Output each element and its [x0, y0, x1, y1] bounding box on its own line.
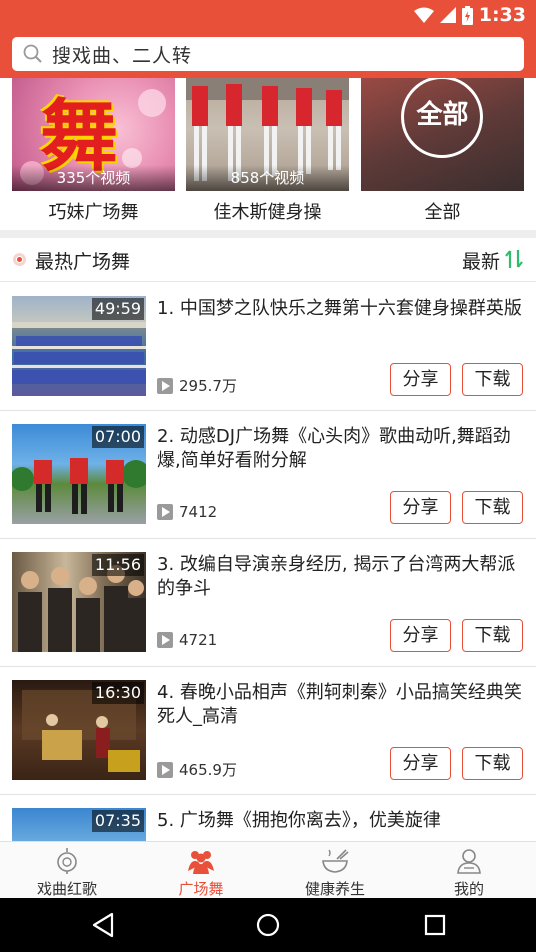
download-button[interactable]: 下载 — [462, 491, 523, 524]
sort-toggle[interactable]: 最新 — [462, 247, 500, 274]
status-time: 1:33 — [478, 4, 526, 26]
video-title[interactable]: 1. 中国梦之队快乐之舞第十六套健身操群英版 — [157, 297, 523, 321]
play-count: 465.9万 — [157, 759, 237, 780]
play-count-value: 295.7万 — [179, 377, 237, 395]
hot-indicator-icon — [13, 253, 26, 266]
tab-health[interactable]: 健康养生 — [268, 842, 402, 899]
play-icon — [157, 377, 173, 394]
share-button[interactable]: 分享 — [390, 747, 451, 780]
category-strip: 舞 335个视频 巧妹广场舞 858个视频 佳木斯健身操 全部 全部 — [0, 78, 536, 230]
tab-profile[interactable]: 我的 — [402, 842, 536, 899]
download-button[interactable]: 下载 — [462, 619, 523, 652]
download-button[interactable]: 下载 — [462, 747, 523, 780]
video-item[interactable]: 11:56 3. 改编自导演亲身经历, 揭示了台湾两大帮派的争斗 4721 分享… — [0, 539, 536, 667]
video-duration: 16:30 — [91, 682, 144, 704]
share-button[interactable]: 分享 — [390, 363, 451, 396]
download-button[interactable]: 下载 — [462, 363, 523, 396]
video-item[interactable]: 07:35 5. 广场舞《拥抱你离去》，优美旋律 — [0, 795, 536, 841]
search-placeholder: 搜戏曲、二人转 — [52, 44, 193, 67]
video-list[interactable]: 49:59 1. 中国梦之队快乐之舞第十六套健身操群英版 295.7万 分享 下… — [0, 283, 536, 841]
tab-label: 我的 — [453, 880, 484, 898]
home-icon[interactable] — [253, 910, 283, 940]
play-count: 7412 — [157, 503, 217, 521]
video-item[interactable]: 16:30 4. 春晚小品相声《荆轲刺秦》小品搞笑经典笑死人_高清 465.9万… — [0, 667, 536, 795]
category-label: 巧妹广场舞 — [48, 202, 139, 223]
signal-icon — [439, 7, 456, 23]
category-qiaomei[interactable]: 舞 335个视频 巧妹广场舞 — [12, 78, 175, 230]
video-thumbnail[interactable]: 11:56 — [12, 552, 146, 652]
people-icon — [188, 851, 214, 874]
category-jiamusi[interactable]: 858个视频 佳木斯健身操 — [186, 78, 349, 230]
category-thumbnail: 858个视频 — [186, 78, 349, 191]
video-thumbnail[interactable]: 49:59 — [12, 296, 146, 396]
video-duration: 07:00 — [91, 426, 144, 448]
section-divider — [0, 230, 536, 238]
video-title[interactable]: 2. 动感DJ广场舞《心头肉》歌曲动听,舞蹈劲爆,简单好看附分解 — [157, 425, 523, 473]
tab-square-dance[interactable]: 广场舞 — [134, 842, 268, 899]
tab-opera[interactable]: 戏曲红歌 — [0, 842, 134, 899]
recents-icon[interactable] — [420, 910, 450, 940]
category-thumbnail: 舞 335个视频 — [12, 78, 175, 191]
share-button[interactable]: 分享 — [390, 491, 451, 524]
bowl-icon — [322, 849, 349, 873]
tab-label: 广场舞 — [178, 880, 224, 898]
play-count-value: 7412 — [179, 503, 218, 521]
category-label: 全部 — [424, 202, 461, 223]
section-header: 最热广场舞 最新 — [0, 238, 536, 282]
video-thumbnail[interactable]: 07:00 — [12, 424, 146, 524]
system-nav-bar — [0, 898, 536, 952]
tab-label: 戏曲红歌 — [36, 880, 97, 898]
back-icon[interactable] — [88, 910, 118, 940]
video-item[interactable]: 49:59 1. 中国梦之队快乐之舞第十六套健身操群英版 295.7万 分享 下… — [0, 283, 536, 411]
video-thumbnail[interactable]: 07:35 — [12, 808, 146, 841]
wifi-icon — [413, 7, 434, 23]
battery-icon — [461, 5, 473, 25]
video-title[interactable]: 4. 春晚小品相声《荆轲刺秦》小品搞笑经典笑死人_高清 — [157, 681, 523, 729]
play-icon — [157, 504, 173, 520]
play-count-value: 4721 — [179, 631, 218, 649]
search-bar: 搜戏曲、二人转 — [0, 30, 536, 78]
section-title: 最热广场舞 — [35, 251, 131, 273]
category-all[interactable]: 全部 全部 — [361, 78, 524, 230]
play-count: 4721 — [157, 631, 217, 649]
category-thumb-text: 全部 — [416, 100, 469, 130]
play-icon — [157, 632, 173, 648]
video-duration: 07:35 — [91, 810, 144, 832]
sort-arrows-icon[interactable] — [504, 248, 524, 270]
play-count: 295.7万 — [157, 375, 237, 396]
status-bar: 1:33 — [0, 0, 536, 30]
category-video-count: 858个视频 — [186, 165, 349, 191]
share-button[interactable]: 分享 — [390, 619, 451, 652]
video-thumbnail[interactable]: 16:30 — [12, 680, 146, 780]
search-icon — [23, 44, 42, 63]
lantern-icon — [57, 848, 77, 874]
video-title[interactable]: 3. 改编自导演亲身经历, 揭示了台湾两大帮派的争斗 — [157, 553, 523, 601]
category-video-count: 335个视频 — [12, 165, 175, 191]
bottom-tab-bar: 戏曲红歌 广场舞 健康养生 我的 — [0, 841, 536, 898]
search-input[interactable]: 搜戏曲、二人转 — [12, 37, 524, 71]
video-duration: 11:56 — [91, 554, 144, 576]
category-thumbnail: 全部 — [361, 78, 524, 191]
play-icon — [157, 761, 173, 778]
video-duration: 49:59 — [91, 298, 144, 320]
category-label: 佳木斯健身操 — [213, 202, 322, 223]
video-item[interactable]: 07:00 2. 动感DJ广场舞《心头肉》歌曲动听,舞蹈劲爆,简单好看附分解 7… — [0, 411, 536, 539]
user-icon — [457, 849, 481, 874]
tab-label: 健康养生 — [304, 880, 365, 898]
status-icons: 1:33 — [413, 3, 526, 27]
play-count-value: 465.9万 — [179, 761, 237, 779]
video-title[interactable]: 5. 广场舞《拥抱你离去》，优美旋律 — [157, 809, 523, 833]
